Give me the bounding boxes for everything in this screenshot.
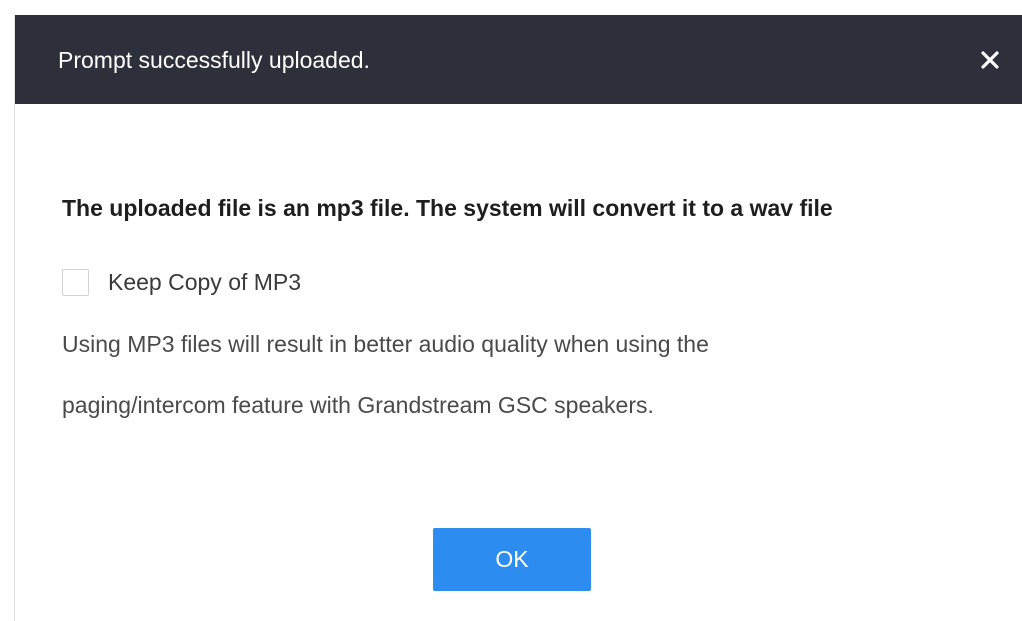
close-button[interactable]	[973, 43, 1007, 77]
dialog-header: Prompt successfully uploaded.	[15, 15, 1022, 104]
info-text-line-1: Using MP3 files will result in better au…	[62, 331, 709, 357]
keep-copy-label[interactable]: Keep Copy of MP3	[108, 269, 301, 296]
ok-button[interactable]: OK	[433, 528, 591, 591]
keep-copy-option[interactable]: Keep Copy of MP3	[62, 266, 301, 298]
conversion-message: The uploaded file is an mp3 file. The sy…	[62, 195, 833, 221]
info-text-line-2: paging/intercom feature with Grandstream…	[62, 392, 654, 418]
upload-dialog: Prompt successfully uploaded. The upload…	[14, 15, 1022, 621]
keep-copy-checkbox[interactable]	[62, 268, 89, 296]
page: Prompt successfully uploaded. The upload…	[0, 0, 1022, 621]
dialog-title: Prompt successfully uploaded.	[58, 47, 370, 73]
close-icon	[981, 51, 999, 69]
